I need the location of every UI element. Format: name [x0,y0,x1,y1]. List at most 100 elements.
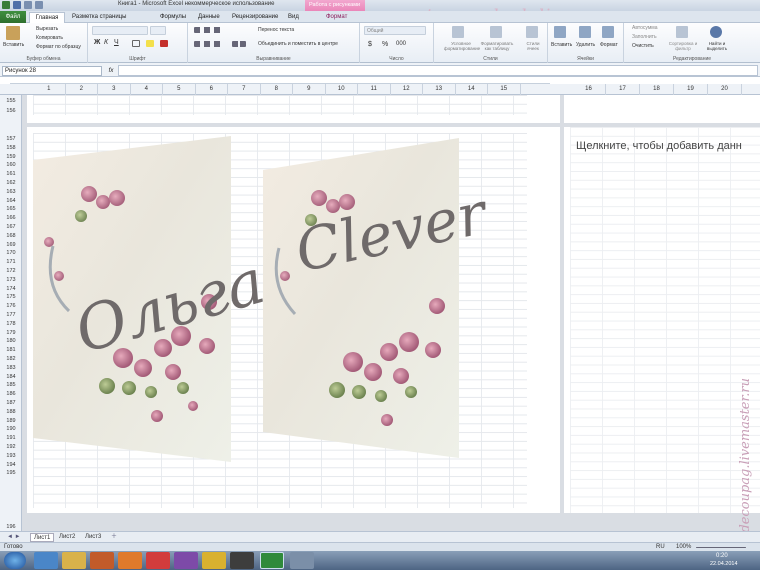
column-header[interactable]: 17 [606,84,640,95]
excel-taskbar-icon[interactable] [260,552,284,569]
cell-styles-button[interactable]: Стили ячеек [522,41,544,51]
column-header[interactable]: 3 [98,84,131,95]
row-header[interactable]: 182 [0,355,22,364]
column-header[interactable]: 20 [708,84,742,95]
page-side[interactable] [564,127,760,513]
sheet-tab-1[interactable]: Лист1 [30,533,55,542]
row-header[interactable]: 166 [0,214,22,223]
sheet-nav-arrows-icon[interactable]: ◄ ► [4,533,26,542]
merge-center-button[interactable]: Объединить и поместить в центре [258,41,338,47]
row-header[interactable]: 188 [0,408,22,417]
conditional-format-button[interactable]: Условное форматирование [444,41,480,51]
picture-right[interactable] [263,138,459,458]
insert-cells-button[interactable]: Вставить [551,42,572,48]
font-color-icon[interactable] [160,40,168,47]
cell-grid[interactable] [33,95,527,115]
column-header[interactable]: 14 [456,84,488,95]
row-header[interactable]: 163 [0,188,22,197]
page-add-data-hint[interactable]: Щелкните, чтобы добавить данн [576,140,742,152]
app-icon-3[interactable] [290,552,314,569]
row-header[interactable]: 156 [0,107,22,116]
format-as-table-button[interactable]: Форматировать как таблицу [480,41,514,51]
italic-icon[interactable]: К [104,39,108,46]
row-header[interactable]: 174 [0,285,22,294]
row-header[interactable]: 173 [0,276,22,285]
format-cells-button[interactable]: Формат [600,42,618,48]
row-header[interactable]: 190 [0,425,22,434]
column-header[interactable]: 12 [391,84,423,95]
cell-styles-icon[interactable] [526,26,538,38]
tab-page-layout[interactable]: Разметка страницы [72,12,126,23]
sort-filter-icon[interactable] [676,26,688,38]
row-header[interactable]: 164 [0,197,22,206]
row-header[interactable]: 186 [0,390,22,399]
fill-color-icon[interactable] [146,40,154,47]
format-as-table-icon[interactable] [490,26,502,38]
row-header[interactable]: 157 [0,135,22,144]
row-header[interactable]: 170 [0,249,22,258]
undo-icon[interactable] [24,1,32,9]
clock-date[interactable]: 22.04.2014 [710,561,738,567]
language-indicator[interactable]: RU [656,544,665,550]
clear-button[interactable]: Очистить [632,43,654,49]
column-header[interactable]: 16 [572,84,606,95]
row-header[interactable]: 160 [0,161,22,170]
column-header[interactable]: 2 [66,84,98,95]
row-header[interactable]: 169 [0,241,22,250]
row-header[interactable]: 185 [0,381,22,390]
row-header[interactable]: 178 [0,320,22,329]
row-header[interactable]: 176 [0,302,22,311]
sheet-tab-3[interactable]: Лист3 [82,533,104,542]
row-header[interactable]: 191 [0,434,22,443]
conditional-format-icon[interactable] [452,26,464,38]
tab-home[interactable]: Главная [29,12,65,23]
tab-format[interactable]: Формат [326,12,347,23]
yandex-icon[interactable] [146,552,170,569]
align-left-icon[interactable] [194,41,224,47]
explorer-icon[interactable] [62,552,86,569]
align-top-icon[interactable] [194,27,224,33]
tab-data[interactable]: Данные [198,12,220,23]
row-header[interactable]: 183 [0,364,22,373]
tab-formulas[interactable]: Формулы [160,12,186,23]
thousands-icon[interactable]: 000 [396,41,406,47]
column-header[interactable]: 18 [640,84,674,95]
cut-button[interactable]: Вырезать [36,26,58,32]
decoupage-pictures[interactable]: Ольга Clever [33,136,503,462]
save-icon[interactable] [13,1,21,9]
row-header[interactable]: 195 [0,469,22,478]
sheet-tab-2[interactable]: Лист2 [56,533,78,542]
column-header[interactable]: 7 [228,84,261,95]
firefox-icon[interactable] [118,552,142,569]
name-box[interactable]: Рисунок 28 [2,66,102,76]
copy-button[interactable]: Копировать [36,35,63,41]
format-painter-button[interactable]: Формат по образцу [36,44,81,50]
paste-icon[interactable] [6,26,20,40]
column-header[interactable]: 13 [423,84,456,95]
insert-function-icon[interactable]: fx [106,66,116,76]
redo-icon[interactable] [35,1,43,9]
cell-grid[interactable] [570,127,760,513]
formula-input[interactable] [118,65,758,76]
row-header[interactable]: 155 [0,97,22,106]
indent-icon[interactable] [232,41,246,47]
underline-icon[interactable]: Ч [114,39,119,46]
zoom-slider[interactable] [696,547,746,548]
row-header[interactable]: 193 [0,452,22,461]
row-header[interactable]: 175 [0,293,22,302]
delete-cells-icon[interactable] [579,26,591,38]
column-header[interactable]: 1 [33,84,66,95]
row-header[interactable]: 181 [0,346,22,355]
fill-button[interactable]: Заполнить [632,34,657,40]
row-header[interactable]: 168 [0,232,22,241]
media-icon[interactable] [90,552,114,569]
page-top-right[interactable] [564,95,760,123]
currency-icon[interactable]: $ [368,41,372,48]
column-header[interactable]: 11 [358,84,391,95]
row-header[interactable]: 159 [0,153,22,162]
format-cells-icon[interactable] [602,26,614,38]
row-header[interactable]: 167 [0,223,22,232]
row-header[interactable]: 194 [0,461,22,470]
zoom-level[interactable]: 100% [676,544,691,550]
row-header[interactable]: 171 [0,258,22,267]
